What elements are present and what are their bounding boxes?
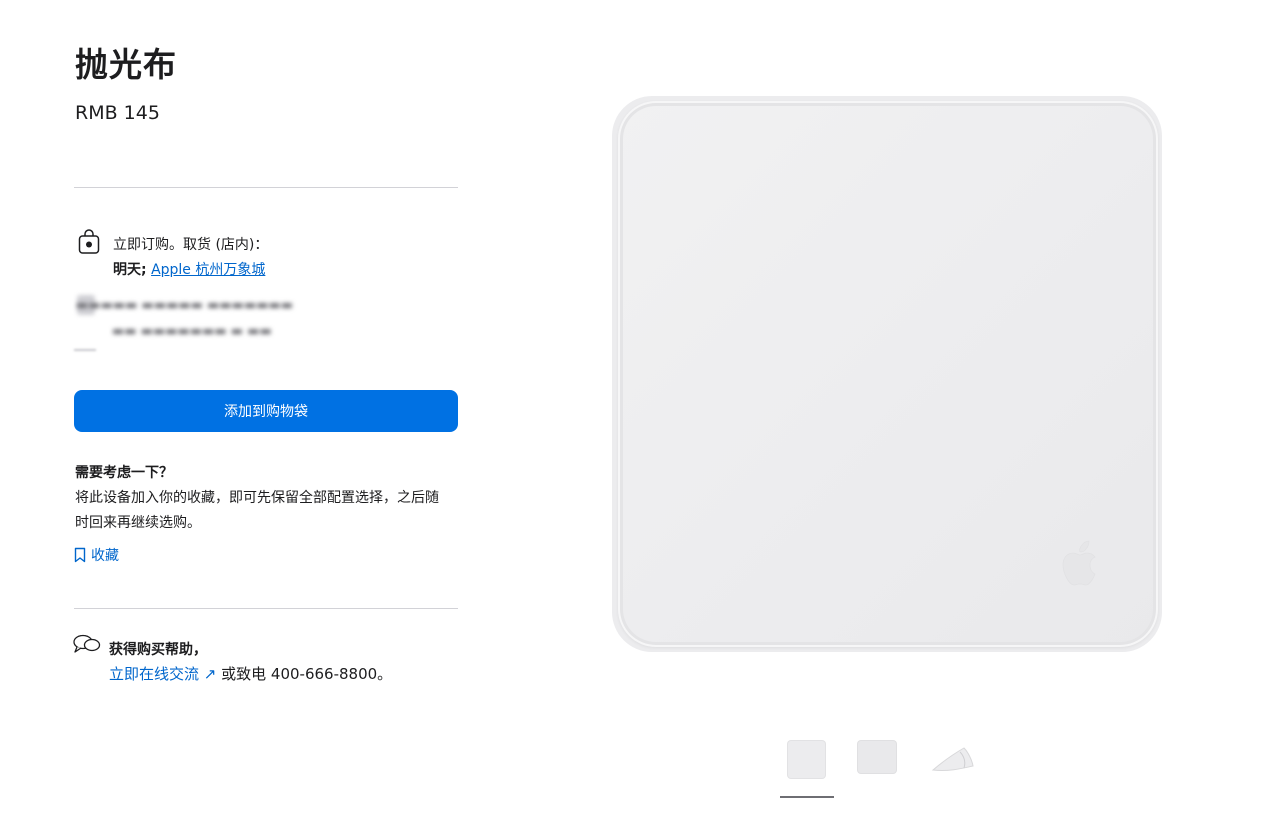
pickup-store-line: 明天; Apple 杭州万象城 xyxy=(113,259,265,279)
consider-heading: 需要考虑一下？ xyxy=(75,465,173,481)
redacted-mark xyxy=(74,349,96,351)
bookmark-icon xyxy=(74,547,86,563)
store-link[interactable]: Apple 杭州万象城 xyxy=(151,262,265,278)
shopping-bag-icon xyxy=(78,229,100,254)
product-title: 抛光布 xyxy=(75,45,177,84)
thumbnail-selected-indicator xyxy=(780,796,834,798)
help-heading: 获得购买帮助， xyxy=(109,642,207,658)
pickup-info: 立即订购。取货 (店内)： xyxy=(113,237,269,253)
redacted-delivery-line-2: ▬▬ ▬▬▬▬▬▬▬ ▬ ▬▬ xyxy=(112,324,272,339)
chat-bubbles-icon xyxy=(73,634,101,653)
thumbnail-1[interactable] xyxy=(788,741,825,778)
save-label: 收藏 xyxy=(91,548,119,564)
add-to-bag-button[interactable]: 添加到购物袋 xyxy=(74,390,458,432)
online-chat-link[interactable]: 立即在线交流 ↗ xyxy=(109,665,221,683)
online-chat-label: 立即在线交流 xyxy=(109,665,200,683)
product-price: RMB 145 xyxy=(75,102,160,124)
apple-logo-icon xyxy=(1062,540,1096,586)
help-contact-line: 立即在线交流 ↗ 或致电 400-666-8800。 xyxy=(109,663,392,684)
divider-top xyxy=(74,187,458,188)
redacted-delivery-line-1: ▬▬▬▬▬ ▬▬▬▬▬ ▬▬▬▬▬▬▬ xyxy=(76,298,294,313)
pickup-day: 明天; xyxy=(113,262,147,278)
phone-info: 或致电 400-666-8800。 xyxy=(221,665,393,683)
external-arrow-icon: ↗ xyxy=(203,665,217,683)
save-button[interactable]: 收藏 xyxy=(74,545,119,565)
consider-description: 将此设备加入你的收藏，即可先保留全部配置选择，之后随时回来再继续选购。 xyxy=(75,490,439,531)
divider-bottom xyxy=(74,608,458,609)
thumbnail-3[interactable] xyxy=(930,742,976,776)
thumbnail-2[interactable] xyxy=(858,741,896,773)
